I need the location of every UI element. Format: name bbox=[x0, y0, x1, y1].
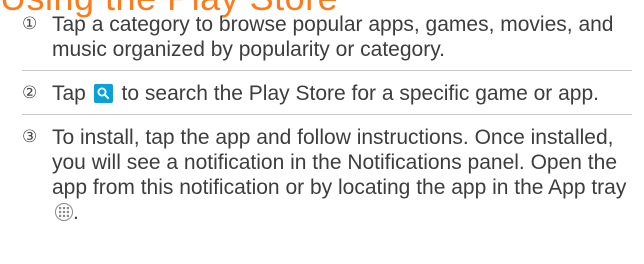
step-text-before: To install, tap the app and follow instr… bbox=[52, 126, 627, 199]
step-text: Tap to search the Play Store for a speci… bbox=[52, 81, 632, 106]
search-icon bbox=[93, 84, 113, 103]
step-text-after: to search the Play Store for a specific … bbox=[121, 82, 599, 105]
step-text: Tap a category to browse popular apps, g… bbox=[52, 13, 614, 61]
step-text-before: Tap bbox=[52, 82, 86, 105]
step-text-after: . bbox=[73, 201, 79, 224]
step-number: ① bbox=[22, 14, 38, 34]
step-2: ② Tap to search the Play Store for a spe… bbox=[22, 71, 632, 114]
app-tray-icon bbox=[55, 203, 73, 221]
step-1: ① Tap a category to browse popular apps,… bbox=[22, 12, 632, 70]
step-number: ③ bbox=[22, 127, 38, 147]
instruction-steps: ① Tap a category to browse popular apps,… bbox=[22, 12, 632, 225]
step-text: To install, tap the app and follow instr… bbox=[52, 125, 632, 225]
step-number: ② bbox=[22, 83, 38, 103]
step-3: ③ To install, tap the app and follow ins… bbox=[22, 115, 632, 225]
